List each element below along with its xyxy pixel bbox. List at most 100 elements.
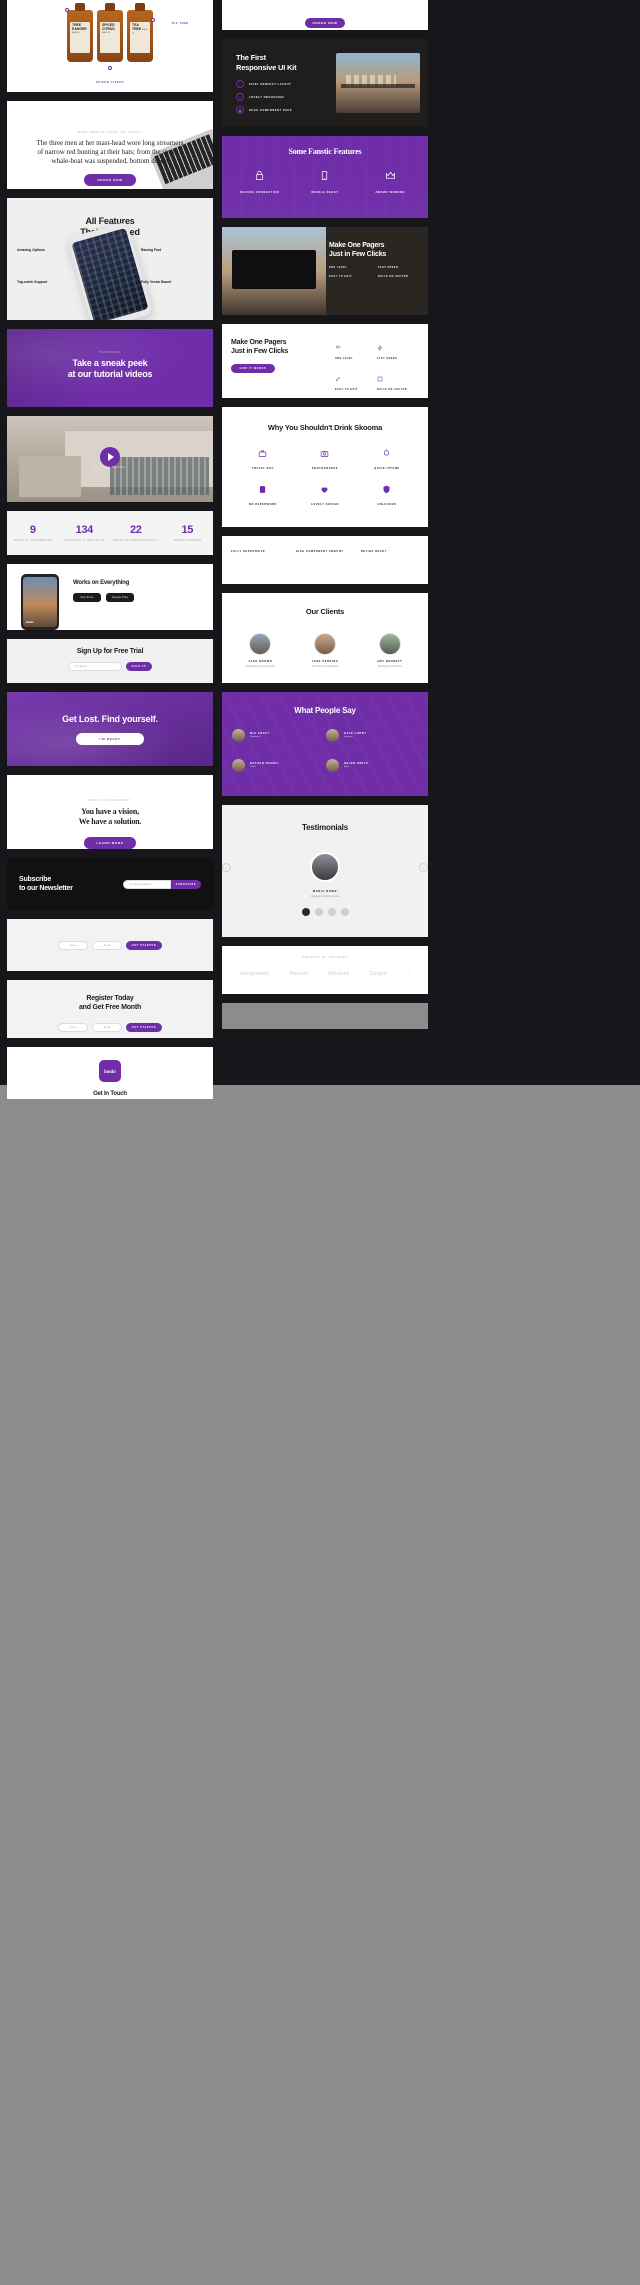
all-features-section[interactable]: All Features That You Need Amazing Optio… [7,198,213,320]
phone-brand-label: lando [26,620,34,624]
uikit-title-line1: The First [236,53,266,62]
dribbble-icon[interactable] [327,908,336,916]
name-input[interactable]: Name [58,1023,88,1032]
what-people-say-section[interactable]: What People Say MIA CRAFT Freelancer KAT… [222,692,428,796]
product-bottles-section[interactable]: TREE RANGER BEARD OIL SPICED CITRUS BEAR… [7,0,213,92]
register-title-line2: and Get Free Month [78,1004,142,1011]
responsive-ui-kit-section[interactable]: The First Responsive UI Kit ✓ PIXEL PERF… [222,39,428,127]
skooma-item-no-paperwork: NO PAPERWORK [232,485,294,509]
hotspot-dot-icon[interactable] [108,66,112,70]
vision-section[interactable]: ABOUT OUR COMPANY You have a vision, We … [7,775,213,849]
fantastic-features-section[interactable]: Some Fanstic Features SECURE CONNECTION … [222,136,428,218]
google-play-button[interactable]: Google Play [106,593,134,602]
name-input[interactable]: Name [58,941,88,950]
instagram-icon[interactable] [340,908,349,916]
stat-creative-professionals: 22 CREATIVE PROFESSIONALS [110,524,162,542]
im-ready-button[interactable]: I'M READY [76,733,144,745]
feature-fully-vector-based: Fully Vector Based [141,280,203,287]
newsletter-title-line1: Subscribe [19,876,52,883]
order-now-button[interactable]: ORDER NOW [84,174,136,186]
client-jane-perkins: JANE PERKINS Founder at Invisionapp [297,633,354,672]
avatar [232,759,245,772]
quote-hero-section[interactable]: WHAT PEOPLE LOOKS ON ABOUT? The three me… [7,101,213,189]
brand-extra-icon[interactable]: ⌂ [407,971,410,977]
bullet-label: LOVELY ORGANIZED [249,95,285,99]
testimonial-nathan-daniel: NATHAN DANIEL Pixels [232,759,318,777]
layers-icon [335,345,341,349]
twitter-icon[interactable] [314,908,323,916]
whatpeople-title: What People Say [294,706,356,715]
email-input[interactable]: Email [92,1023,122,1032]
avatar [326,729,339,742]
free-trial-signup-section[interactable]: Sign Up for Free Trial Your Email SIGN U… [7,639,213,683]
register-today-section[interactable]: Register Today and Get Free Month Name E… [7,980,213,1038]
subscribe-button[interactable]: SUBSCRIBE [171,879,201,889]
bottle-note-spiced-citrus: SPICED CITRUS [96,81,124,84]
prev-arrow-icon[interactable]: ‹ [222,862,231,872]
our-clients-section[interactable]: Our Clients JAKE BROWN Marketing at Desi… [222,593,428,683]
skooma-features-section[interactable]: Why You Shouldn't Drink Skooma TRAVEL BA… [222,407,428,527]
right-bottom-filler [222,1003,428,1029]
newsletter-email-input[interactable]: Your Email Address [123,879,171,889]
pier-photo [336,53,420,113]
brand-designmodo[interactable]: designmodo [240,971,269,977]
brand-google[interactable]: Google [369,971,386,977]
get-started-button[interactable]: GET STARTED [126,941,162,950]
bottle-name: TREE RANGER [72,23,87,31]
testimonials-section[interactable]: Testimonials ‹ › MARIA NOWE Designer at … [222,805,428,937]
newsletter-section[interactable]: Subscribe to our Newsletter Your Email A… [7,858,213,910]
crown-icon [385,171,395,179]
video-preview-section[interactable]: By Toby Brown [7,416,213,502]
lock-icon [256,171,264,180]
works-on-everything-section[interactable]: lando Works on Everything App Store Goog… [7,564,213,630]
bottle-label: TEA TREE BEARD OIL [130,22,150,53]
tutorial-videos-section[interactable]: TUTORIALS Take a sneak peek at our tutor… [7,329,213,407]
email-input[interactable]: Your Email [68,662,122,671]
bottle-tree-ranger[interactable]: TREE RANGER BEARD OIL [65,3,93,62]
feature-top-notch-support: Top-notch Support [17,280,79,287]
one-pagers-light-section[interactable]: Make One Pagers Just in Few Clicks HOW I… [222,324,428,398]
statistics-section: 9 YEARS OF EXPERIENCE 134 SUCCESSFUL PRO… [7,511,213,555]
signup-button[interactable]: SIGN UP [126,662,152,671]
bottle-tea-tree[interactable]: TEA TREE BEARD OIL [127,3,155,62]
stat-caption: YEARS OF EXPERIENCE [12,538,53,542]
brand-envato[interactable]: #envato [289,971,308,977]
footer-logo-section[interactable]: lando Get In Touch [7,1047,213,1099]
play-button-icon[interactable] [100,447,120,468]
how-it-works-button[interactable]: HOW IT WORKS [231,364,275,373]
email-input[interactable]: Email [92,941,122,950]
feature-card-mobile-ready: MOBILE READY [295,170,354,197]
get-started-button[interactable]: GET STARTED [126,1023,162,1032]
info-fully-responsive: FULLY RESPONSIVE [231,550,266,553]
skooma-item-quick-uptime: QUICK UPTIME [356,449,418,473]
app-store-button[interactable]: App Store [73,593,101,602]
top-cta-button[interactable]: ORDER NOW [305,18,345,28]
avatar [326,759,339,772]
avatar [314,633,336,655]
bottle-sub: BEARD OIL [72,33,81,35]
feature-card-award-winning: AWARD WINNING [361,170,420,197]
brand-logo[interactable]: lando [99,1060,121,1082]
skooma-item-travel-bag: TRAVEL BAG [232,449,294,473]
bottle-note-tea-tree: TEA TREE [171,22,189,25]
get-lost-cta-section[interactable]: Get Lost. Find yourself. I'M READY [7,692,213,766]
onepager-dark-feature-fast-speed: FAST SPEED [378,267,399,269]
brand-behance[interactable]: Bēhance [328,971,349,977]
learn-more-button[interactable]: LEARN MORE [84,837,136,849]
register-inline-section[interactable]: Name Email GET STARTED [7,919,213,971]
one-pagers-dark-section[interactable]: Make One Pagers Just in Few Clicks ONE L… [222,227,428,315]
client-role: Marketing at Designmodo [245,665,276,668]
uikit-bullet-pixel-perfect: ✓ PIXEL PERFECT LAYOUT [236,80,334,88]
bottle-spiced-citrus[interactable]: SPICED CITRUS BEARD OIL [97,3,123,70]
tablet-photo [222,227,326,315]
clients-title: Our Clients [305,607,345,616]
testimonial-role: Designer at Designmodo [310,895,340,898]
uikit-bullet-component-pack: ▣ HUGE COMPONENT PACK [236,106,334,114]
onepager-dark-feature-vector: BUILD ON VECTOR [378,276,409,278]
next-arrow-icon[interactable]: › [419,862,428,872]
bag-icon [259,450,267,457]
facebook-icon[interactable] [301,908,310,916]
hotspot-dot-icon[interactable] [65,8,69,12]
phone-mockup-small: lando [21,574,59,630]
feature-title: Fully Vector Based [141,280,172,284]
